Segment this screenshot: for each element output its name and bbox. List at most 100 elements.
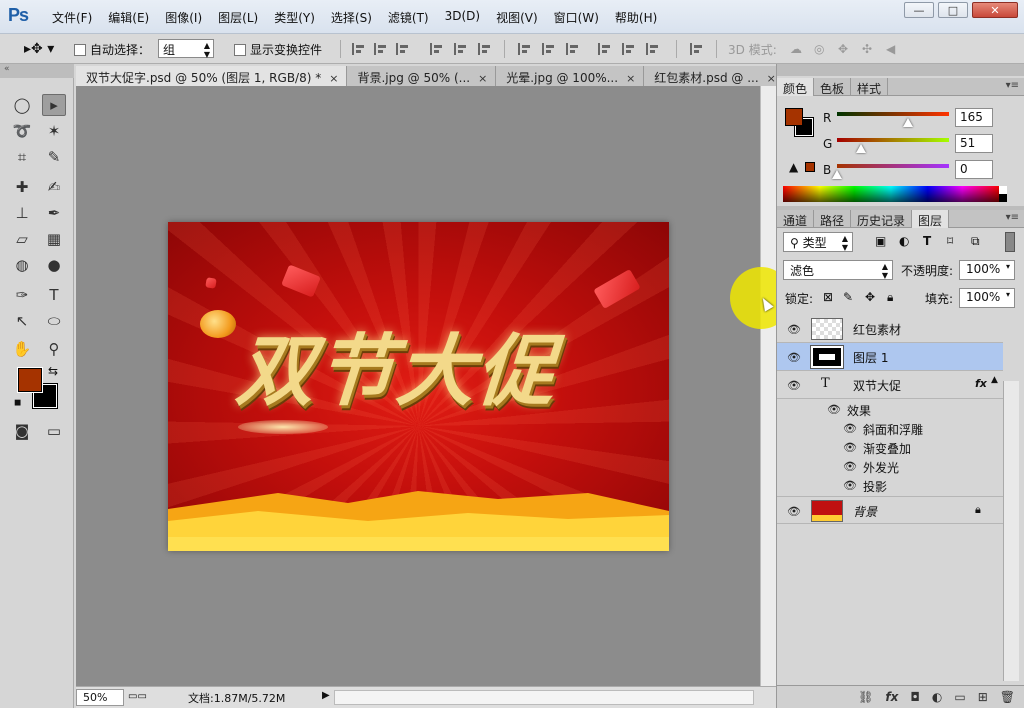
align-top-icon[interactable]	[352, 43, 366, 55]
distribute-right-icon[interactable]	[646, 43, 660, 55]
distribute-hcenter-icon[interactable]	[622, 43, 636, 55]
layer-name[interactable]: 图层 1	[853, 349, 888, 366]
roll-3d-icon[interactable]: ◎	[814, 43, 830, 55]
type-tool-icon[interactable]: T	[42, 284, 66, 306]
layer-name[interactable]: 背景	[853, 503, 877, 520]
green-track[interactable]	[837, 138, 949, 142]
blue-knob[interactable]	[832, 170, 842, 179]
effect-row[interactable]: 👁︎ 外发光	[777, 457, 1003, 476]
filter-adjustment-icon[interactable]: ◐	[899, 234, 909, 248]
effect-row[interactable]: 👁︎ 斜面和浮雕	[777, 419, 1003, 438]
rotate-3d-icon[interactable]: ☁	[790, 43, 806, 55]
effect-name[interactable]: 外发光	[863, 459, 899, 476]
panel-grip[interactable]	[777, 64, 1024, 76]
red-value-input[interactable]: 165	[955, 108, 993, 127]
horizontal-scrollbar[interactable]	[334, 690, 754, 705]
zoom-field[interactable]: 50%	[76, 689, 124, 706]
drag-3d-icon[interactable]: ✥	[838, 43, 854, 55]
visibility-eye-icon[interactable]: 👁︎	[843, 441, 857, 454]
filter-smart-object-icon[interactable]: ⧉	[971, 234, 980, 249]
menu-3d[interactable]: 3D(D)	[437, 9, 488, 26]
layer-filter-dropdown[interactable]: ⚲ 类型 ▲ ▼	[783, 232, 853, 252]
align-hcenter-icon[interactable]	[454, 43, 468, 55]
foreground-color-swatch[interactable]	[17, 367, 43, 393]
move-tool-icon[interactable]: ▸	[42, 94, 66, 116]
effect-row[interactable]: 👁︎ 渐变叠加	[777, 438, 1003, 457]
green-slider[interactable]: G 51	[823, 134, 1023, 156]
screen-mode-icon[interactable]: ▭	[42, 420, 66, 442]
add-mask-icon[interactable]: ◘	[910, 690, 920, 708]
menu-help[interactable]: 帮助(H)	[607, 9, 665, 26]
zoom-preset-icon[interactable]: ▭▭	[128, 691, 147, 702]
tab-document-1[interactable]: 双节大促字.psd @ 50% (图层 1, RGB/8) * ×	[76, 66, 348, 86]
default-colors-icon[interactable]: ◼	[14, 398, 21, 408]
blue-slider[interactable]: B 0	[823, 160, 1023, 182]
align-vcenter-icon[interactable]	[374, 43, 388, 55]
maximize-button[interactable]: □	[938, 2, 968, 18]
magic-wand-icon[interactable]: ✶	[42, 120, 66, 142]
dodge-tool-icon[interactable]: ●	[42, 254, 66, 276]
quick-mask-icon[interactable]: ◙	[10, 420, 34, 442]
move-tool-icon[interactable]: ▸✥ ▾	[24, 41, 54, 57]
layer-row-text[interactable]: 👁︎ T 双节大促 fx ▲	[777, 371, 1003, 399]
visibility-eye-icon[interactable]: 👁︎	[843, 460, 857, 473]
lock-transparent-icon[interactable]: ⊠	[823, 290, 833, 304]
distribute-top-icon[interactable]	[518, 43, 532, 55]
hand-tool-icon[interactable]: ✋	[10, 338, 34, 360]
marquee-tool-icon[interactable]: ◯	[10, 94, 34, 116]
tab-color[interactable]: 颜色	[777, 78, 815, 96]
filter-shape-icon[interactable]: ⌑	[947, 234, 953, 248]
auto-select-dropdown[interactable]: 组 ▲ ▼	[158, 39, 214, 59]
panel-menu-icon[interactable]: ▾≡	[1006, 212, 1019, 223]
tab-styles[interactable]: 样式	[851, 78, 889, 96]
effect-name[interactable]: 斜面和浮雕	[863, 421, 923, 438]
artwork-canvas[interactable]: 双节大促	[168, 222, 669, 551]
new-adjustment-icon[interactable]: ◐	[932, 690, 942, 708]
align-bottom-icon[interactable]	[396, 43, 410, 55]
layer-name[interactable]: 双节大促	[853, 377, 901, 394]
close-tab-icon[interactable]: ×	[626, 72, 635, 85]
align-right-icon[interactable]	[478, 43, 492, 55]
fx-icon[interactable]: fx	[975, 377, 987, 390]
distribute-bottom-icon[interactable]	[566, 43, 580, 55]
close-tab-icon[interactable]: ×	[478, 72, 487, 85]
delete-layer-icon[interactable]: 🗑︎	[1000, 690, 1015, 708]
eyedropper-icon[interactable]: ✎	[42, 146, 66, 168]
pen-tool-icon[interactable]: ✑	[10, 284, 34, 306]
lock-all-icon[interactable]: 🔒︎	[887, 290, 893, 305]
status-menu-arrow-icon[interactable]: ▶	[322, 690, 330, 701]
show-transform-checkbox[interactable]: 显示变换控件	[234, 41, 322, 58]
tab-layers[interactable]: 图层	[912, 210, 950, 228]
layer-row-background[interactable]: 👁︎ 背景 🔒︎	[777, 496, 1003, 524]
opacity-input[interactable]: 100% ▾	[959, 260, 1015, 280]
menu-select[interactable]: 选择(S)	[323, 9, 380, 26]
link-layers-icon[interactable]: ⛓	[858, 690, 873, 708]
close-tab-icon[interactable]: ×	[329, 72, 338, 85]
tab-channels[interactable]: 通道	[777, 210, 815, 228]
lasso-tool-icon[interactable]: ➰	[10, 120, 34, 142]
fill-input[interactable]: 100% ▾	[959, 288, 1015, 308]
slide-3d-icon[interactable]: ✣	[862, 43, 878, 55]
tab-swatches[interactable]: 色板	[814, 78, 852, 96]
tab-paths[interactable]: 路径	[814, 210, 852, 228]
lock-position-icon[interactable]: ✥	[865, 290, 875, 304]
auto-align-icon[interactable]	[690, 43, 704, 55]
scale-3d-icon[interactable]: ◀	[886, 43, 902, 55]
filter-image-icon[interactable]: ▣	[875, 234, 886, 248]
clone-stamp-icon[interactable]: ⊥	[10, 202, 34, 224]
ellipse-tool-icon[interactable]: ⬭	[42, 310, 66, 332]
swap-colors-icon[interactable]: ⇆	[48, 364, 58, 378]
distribute-left-icon[interactable]	[598, 43, 612, 55]
visibility-eye-icon[interactable]: 👁︎	[787, 351, 801, 364]
visibility-eye-icon[interactable]: 👁︎	[787, 379, 801, 392]
filter-type-icon[interactable]: T	[923, 234, 931, 248]
blue-track[interactable]	[837, 164, 949, 168]
red-slider[interactable]: R 165	[823, 108, 1023, 130]
close-tab-icon[interactable]: ×	[767, 72, 776, 85]
menu-image[interactable]: 图像(I)	[157, 9, 210, 26]
toolbox-grip[interactable]: «	[0, 64, 74, 78]
blue-value-input[interactable]: 0	[955, 160, 993, 179]
visibility-eye-icon[interactable]: 👁︎	[843, 422, 857, 435]
filter-toggle[interactable]	[1005, 232, 1015, 252]
crop-tool-icon[interactable]: ⌗	[10, 146, 34, 168]
